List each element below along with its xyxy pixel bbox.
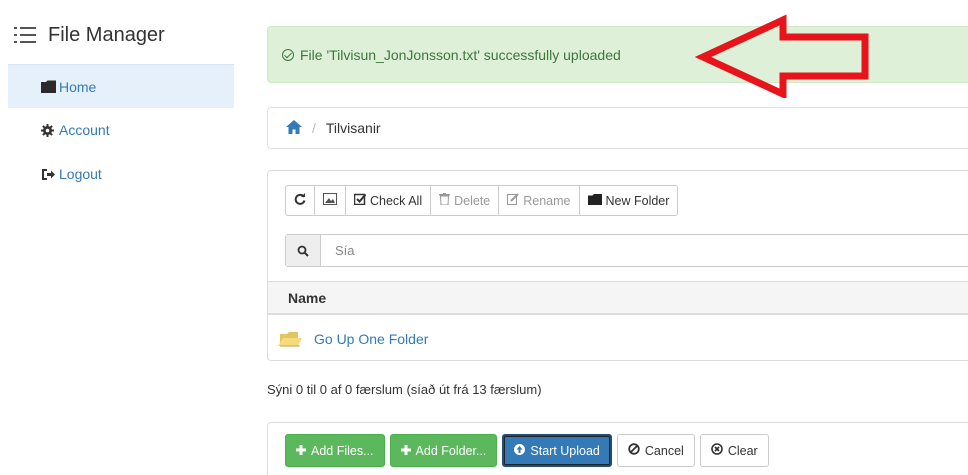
plus-icon — [400, 444, 411, 458]
folder-icon — [587, 193, 602, 208]
upload-circle-icon — [514, 443, 526, 458]
annotation-arrow — [695, 14, 869, 98]
sidebar-item-label: Logout — [59, 166, 102, 182]
breadcrumb: / Tilvisanir — [267, 107, 968, 149]
thumbnail-view-button[interactable] — [314, 185, 346, 216]
toolbar: Check All Delete Rename New Folder — [285, 185, 679, 216]
breadcrumb-separator: / — [312, 120, 316, 136]
home-icon[interactable] — [286, 119, 302, 137]
refresh-icon — [294, 193, 306, 208]
search-bar — [285, 234, 968, 267]
table-info-text: Sýni 0 til 0 af 0 færslum (síað út frá 1… — [267, 382, 542, 397]
clear-button[interactable]: Clear — [699, 434, 769, 467]
file-panel: Check All Delete Rename New Folder Name — [267, 170, 968, 361]
remove-circle-icon — [711, 443, 723, 458]
breadcrumb-current-folder: Tilvisanir — [325, 120, 381, 136]
alert-message: File 'Tilvisun_JonJonsson.txt' successfu… — [300, 46, 621, 63]
sidebar-item-label: Account — [59, 122, 110, 138]
check-all-label: Check All — [370, 193, 423, 208]
start-upload-button[interactable]: Start Upload — [502, 434, 612, 467]
delete-button[interactable]: Delete — [430, 185, 500, 216]
logout-icon — [41, 168, 56, 181]
plus-icon — [296, 444, 306, 458]
add-folder-label: Add Folder... — [415, 443, 487, 458]
sidebar-item-logout[interactable]: Logout — [8, 152, 234, 196]
rename-button[interactable]: Rename — [498, 185, 580, 216]
delete-label: Delete — [454, 193, 491, 208]
search-icon — [286, 235, 321, 266]
sidebar: Home Account Logout — [8, 64, 234, 196]
list-icon — [14, 27, 36, 43]
cog-icon — [41, 123, 56, 137]
check-circle-icon — [282, 48, 294, 61]
table-row[interactable]: Go Up One Folder — [268, 317, 968, 361]
sidebar-item-label: Home — [59, 78, 97, 95]
app-title: File Manager — [48, 23, 165, 46]
column-header-name[interactable]: Name — [268, 281, 968, 315]
clear-label: Clear — [727, 443, 758, 458]
add-files-button[interactable]: Add Files... — [285, 434, 385, 467]
search-input[interactable] — [321, 235, 968, 266]
ban-icon — [628, 443, 640, 458]
sidebar-item-home[interactable]: Home — [8, 64, 234, 108]
add-folder-button[interactable]: Add Folder... — [389, 434, 498, 467]
cancel-label: Cancel — [644, 443, 684, 458]
cancel-button[interactable]: Cancel — [616, 434, 695, 467]
rename-label: Rename — [523, 193, 571, 208]
folder-up-icon — [278, 330, 304, 348]
check-square-icon — [353, 193, 367, 208]
add-files-label: Add Files... — [311, 443, 374, 458]
refresh-button[interactable] — [285, 185, 315, 216]
brand: File Manager — [14, 20, 165, 50]
sidebar-item-account[interactable]: Account — [8, 108, 234, 152]
trash-icon — [439, 193, 451, 208]
image-icon — [323, 193, 337, 208]
edit-icon — [507, 193, 519, 208]
folder-icon — [41, 80, 56, 93]
new-folder-label: New Folder — [605, 193, 670, 208]
new-folder-button[interactable]: New Folder — [578, 185, 679, 216]
upload-panel: Add Files... Add Folder... Start Upload … — [267, 422, 968, 475]
go-up-link[interactable]: Go Up One Folder — [314, 331, 428, 347]
check-all-button[interactable]: Check All — [345, 185, 432, 216]
start-upload-label: Start Upload — [530, 443, 600, 458]
